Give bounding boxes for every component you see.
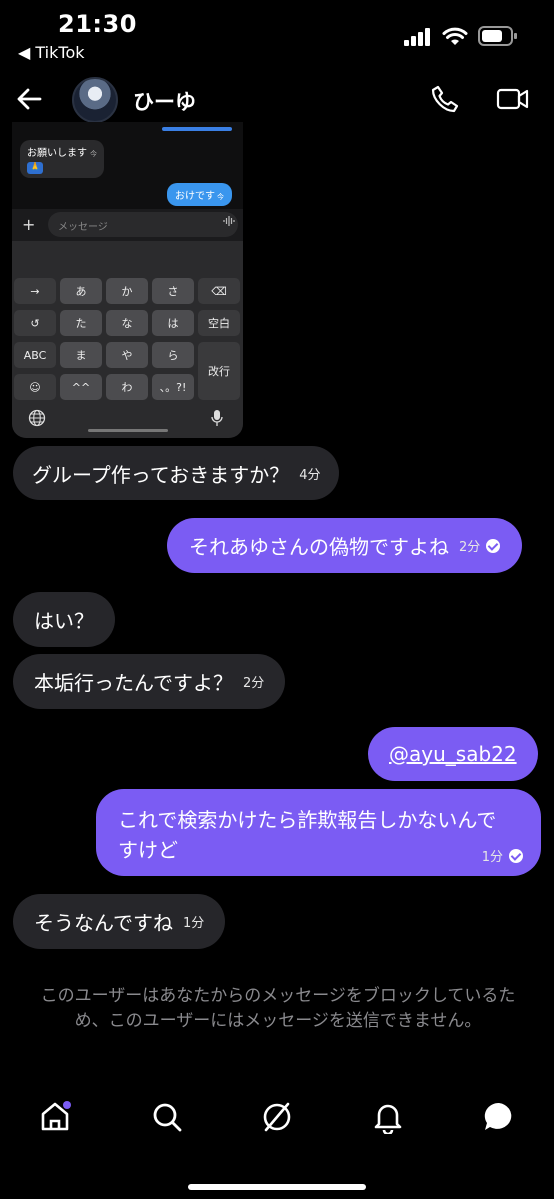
message-outgoing[interactable]: @ayu_sab22 <box>368 727 538 781</box>
status-time: 21:30 <box>58 10 137 38</box>
home-icon[interactable] <box>38 1100 72 1134</box>
message-outgoing[interactable]: それあゆさんの偽物ですよね 2分 <box>167 518 523 573</box>
key: わ <box>106 374 148 400</box>
key: ら <box>152 342 194 368</box>
phone-icon[interactable] <box>430 84 460 114</box>
contact-name[interactable]: ひーゆ <box>133 86 196 116</box>
key: 改行 <box>198 342 240 400</box>
plus-icon: + <box>22 215 36 234</box>
message-text: そうなんですね <box>34 911 173 935</box>
microphone-icon <box>211 410 223 426</box>
message-incoming[interactable]: グループ作っておきますか？ 4分 <box>13 446 340 500</box>
key: ☺ <box>14 374 56 400</box>
signal-icon <box>404 28 430 46</box>
key: ^^ <box>60 374 102 400</box>
message-text: それあゆさんの偽物ですよね <box>189 535 449 559</box>
screenshot-bubble-edge <box>162 127 232 131</box>
key: は <box>152 310 194 336</box>
message-time: 1分 <box>481 850 503 865</box>
key: ↺ <box>14 310 56 336</box>
screenshot-keyboard: → あ か さ ⌫ ↺ た な は 空白 ABC ま や ら 改行 ☺ ^^ わ… <box>12 241 243 438</box>
blocked-notice: このユーザーはあなたからのメッセージをブロックしているため、このユーザーにはメッ… <box>40 986 516 1031</box>
avatar[interactable] <box>72 77 118 123</box>
mention-link[interactable]: @ayu_sab22 <box>389 742 517 766</box>
message-text: 本垢行ったんですよ？ <box>34 671 233 695</box>
chat-icon[interactable] <box>482 1100 516 1134</box>
key: た <box>60 310 102 336</box>
key: あ <box>60 278 102 304</box>
key: ま <box>60 342 102 368</box>
key: 空白 <box>198 310 240 336</box>
key: や <box>106 342 148 368</box>
message-incoming[interactable]: 本垢行ったんですよ？ 2分 <box>13 654 286 709</box>
home-indicator <box>188 1184 366 1190</box>
shared-screenshot-image[interactable]: お願いします今 🙏 おけです今 + メッセージ → あ か さ ⌫ ↺ た な … <box>12 122 243 438</box>
key: ABC <box>14 342 56 368</box>
pray-emoji-icon: 🙏 <box>27 162 43 174</box>
key: ⌫ <box>198 278 240 304</box>
video-call-icon[interactable] <box>496 85 530 113</box>
key: な <box>106 310 148 336</box>
wifi-icon <box>442 27 468 45</box>
screenshot-message-input: メッセージ <box>48 212 238 237</box>
screenshot-input-row: + メッセージ <box>12 209 243 241</box>
globe-icon <box>28 409 46 427</box>
back-to-app-link[interactable]: ◀ TikTok <box>18 43 85 62</box>
key: さ <box>152 278 194 304</box>
search-icon[interactable] <box>150 1100 184 1134</box>
status-bar: 21:30 ◀ TikTok <box>0 0 554 70</box>
message-time: 4分 <box>299 467 321 483</box>
message-outgoing[interactable]: これで検索かけたら詐欺報告しかないんで すけど 1分 <box>96 789 541 876</box>
key: か <box>106 278 148 304</box>
message-time: 1分 <box>183 916 205 931</box>
battery-icon <box>478 26 517 46</box>
bottom-tab-bar <box>0 1088 554 1148</box>
message-time: 2分 <box>243 676 265 691</box>
message-incoming[interactable]: はい？ <box>13 592 115 647</box>
back-arrow-icon[interactable] <box>14 84 44 114</box>
screenshot-outgoing-bubble: おけです今 <box>167 183 232 206</box>
message-meta: 1分 <box>472 846 523 865</box>
key: → <box>14 278 56 304</box>
key: 、。?! <box>152 374 194 400</box>
bell-icon[interactable] <box>371 1100 405 1134</box>
screenshot-home-indicator <box>88 429 168 432</box>
message-text: グループ作っておきますか？ <box>32 462 290 487</box>
read-check-icon <box>486 538 501 553</box>
message-incoming[interactable]: そうなんですね 1分 <box>13 894 226 949</box>
message-text: これで検索かけたら詐欺報告しかないんで すけど <box>118 808 497 862</box>
message-text: はい？ <box>34 609 94 633</box>
read-check-icon <box>509 848 523 863</box>
message-time: 2分 <box>459 540 481 555</box>
screenshot-incoming-bubble: お願いします今 🙏 <box>20 140 104 178</box>
voice-wave-icon <box>223 216 235 226</box>
explore-icon[interactable] <box>260 1100 294 1134</box>
chat-header: ひーゆ <box>0 70 554 128</box>
